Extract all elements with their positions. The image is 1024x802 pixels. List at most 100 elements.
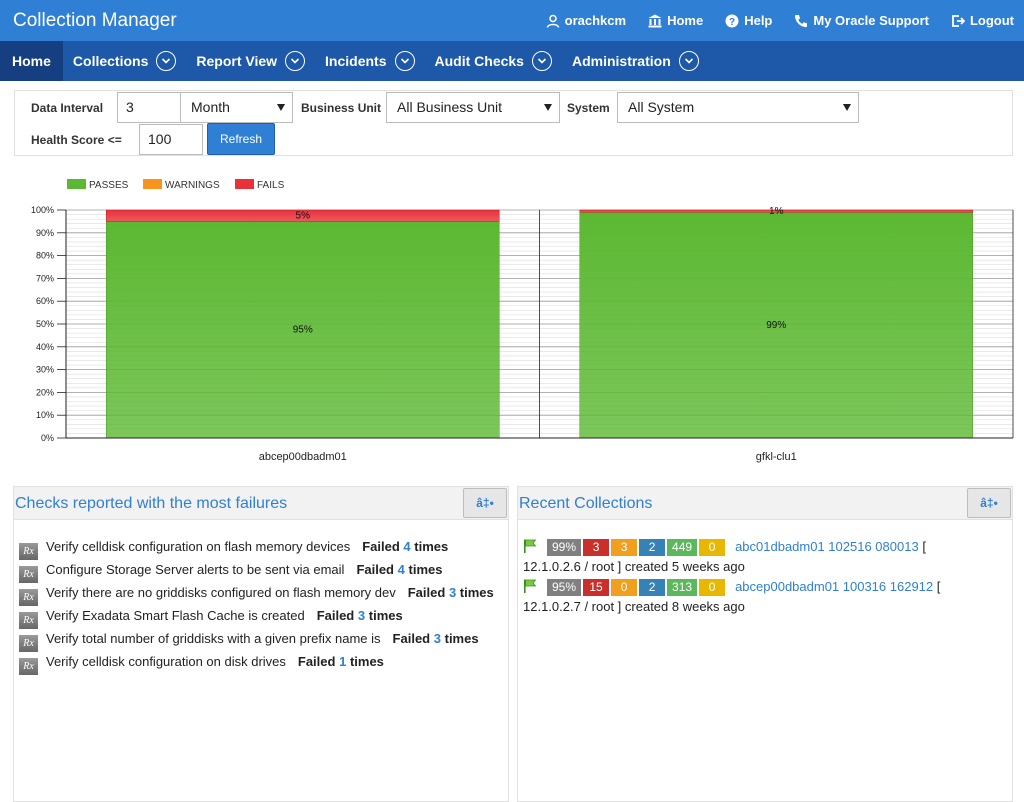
- fail-number: 3: [448, 585, 457, 600]
- check-name[interactable]: Verify total number of griddisks with a …: [46, 631, 381, 646]
- pass-badge: 313: [667, 579, 698, 596]
- failures-list: Rx Verify celldisk configuration on flash…: [19, 537, 499, 675]
- question-circle-icon: ?: [725, 14, 739, 28]
- nav-incidents-label: Incidents: [325, 53, 387, 69]
- rx-icon: Rx: [19, 589, 38, 606]
- fail-count: Failed 4 times: [362, 539, 448, 554]
- top-links: orachkcm Home ? Help My Oracle Support L…: [546, 0, 1014, 41]
- fail-times: times: [444, 631, 479, 646]
- nav-audit-checks-label: Audit Checks: [434, 53, 524, 69]
- refresh-button[interactable]: Refresh: [207, 123, 275, 155]
- home-link-label: Home: [667, 13, 704, 28]
- chevron-down-icon[interactable]: [156, 51, 177, 71]
- sort-icon: â‡•: [980, 496, 998, 510]
- check-name[interactable]: Verify celldisk configuration on disk dr…: [46, 654, 286, 669]
- fail-label: Failed: [316, 608, 355, 623]
- fail-count: Failed 3 times: [317, 608, 403, 623]
- logout-icon: [952, 14, 965, 27]
- bank-icon: [648, 14, 662, 27]
- list-item: Rx Verify Exadata Smart Flash Cache is cr…: [19, 606, 499, 629]
- fail-number: 1: [339, 654, 347, 669]
- list-item: Rx Verify celldisk configuration on flash…: [19, 537, 499, 560]
- collection-open: [: [922, 539, 926, 554]
- legend-swatch: [143, 179, 162, 189]
- data-interval-input[interactable]: 3: [117, 92, 181, 123]
- y-tick-label: 90%: [36, 228, 54, 238]
- chart-x-axis: abcep00dbadm01 gfkl-clu1: [66, 437, 1013, 463]
- fail-times: times: [368, 608, 403, 623]
- data-label: 95%: [293, 325, 313, 336]
- system-label: System: [567, 101, 610, 115]
- nav-collections-label: Collections: [72, 53, 149, 69]
- user-icon: [546, 14, 559, 28]
- collection-link[interactable]: abc01dbadm01 102516 080013: [735, 539, 919, 554]
- period-select-value: Month: [191, 99, 230, 115]
- failures-panel-title: Checks reported with the most failures: [15, 495, 288, 512]
- failures-panel: Checks reported with the most failures â…: [13, 486, 509, 802]
- fail-count: Failed 3 times: [408, 585, 494, 600]
- legend-label: PASSES: [89, 180, 129, 191]
- collection-link[interactable]: abcep00dbadm01 100316 162912: [735, 579, 933, 594]
- nav-administration[interactable]: Administration: [562, 41, 709, 81]
- collection-open: [: [936, 579, 941, 594]
- fail-number: 4: [397, 562, 405, 577]
- nav-report-view-label: Report View: [196, 53, 278, 69]
- score-badge: 99%: [547, 539, 582, 556]
- failures-panel-header: Checks reported with the most failures â…: [14, 487, 508, 520]
- health-score-input[interactable]: 100: [139, 124, 203, 155]
- system-select-value: All System: [628, 99, 695, 115]
- phone-icon: [795, 14, 808, 27]
- data-label: 1%: [769, 206, 784, 217]
- nav-report-view[interactable]: Report View: [186, 41, 315, 81]
- info-badge: 2: [639, 579, 666, 596]
- nav-audit-checks[interactable]: Audit Checks: [425, 41, 562, 81]
- support-link[interactable]: My Oracle Support: [794, 13, 929, 28]
- legend-label: FAILS: [257, 180, 285, 191]
- health-score-label: Health Score <=: [31, 133, 122, 147]
- help-link[interactable]: ? Help: [725, 13, 772, 28]
- y-tick-label: 100%: [31, 205, 54, 215]
- y-tick-label: 30%: [36, 365, 54, 375]
- fail-times: times: [408, 562, 443, 577]
- business-unit-select[interactable]: All Business Unit: [386, 92, 560, 123]
- export-button[interactable]: â‡•: [463, 488, 507, 518]
- system-select[interactable]: All System: [617, 92, 859, 123]
- user-name: orachkcm: [564, 13, 627, 28]
- nav-home[interactable]: Home: [0, 41, 63, 81]
- recent-collections-title: Recent Collections: [519, 495, 653, 512]
- list-item: Rx Verify celldisk configuration on disk …: [19, 652, 499, 675]
- rx-icon: Rx: [19, 635, 38, 652]
- fail-count: Failed 3 times: [393, 631, 479, 646]
- legend-label: WARNINGS: [165, 180, 220, 191]
- svg-text:?: ?: [729, 17, 735, 28]
- data-interval-label: Data Interval: [31, 101, 104, 115]
- check-name[interactable]: Verify Exadata Smart Flash Cache is crea…: [46, 608, 305, 623]
- nav-administration-label: Administration: [571, 53, 671, 69]
- help-link-label: Help: [744, 13, 773, 28]
- other-badge: 0: [699, 579, 726, 596]
- home-link[interactable]: Home: [648, 13, 703, 28]
- health-chart: PASSES WARNINGS FAILS 0% 10% 20% 30% 40% 50% 60%…: [31, 179, 1014, 463]
- fail-times: times: [349, 654, 384, 669]
- rx-icon: Rx: [19, 612, 38, 629]
- chevron-down-icon[interactable]: [394, 51, 415, 71]
- chevron-down-icon[interactable]: [531, 51, 552, 71]
- data-label: 5%: [296, 211, 311, 222]
- chevron-down-icon[interactable]: [678, 51, 699, 71]
- chevron-down-icon[interactable]: [285, 51, 306, 71]
- nav-collections[interactable]: Collections: [63, 41, 186, 81]
- check-name[interactable]: Verify celldisk configuration on flash m…: [46, 539, 350, 554]
- fail-badge: 3: [583, 539, 610, 556]
- fail-label: Failed: [392, 631, 431, 646]
- logout-link[interactable]: Logout: [951, 13, 1014, 28]
- nav-incidents[interactable]: Incidents: [315, 41, 424, 81]
- recent-collections-list: 99% 3 3 2 449 0 abc01dbadm01 102516 080013 [ 1…: [523, 537, 993, 617]
- check-name[interactable]: Configure Storage Server alerts to be se…: [46, 562, 344, 577]
- fail-label: Failed: [362, 539, 400, 554]
- period-select[interactable]: Month: [180, 92, 293, 123]
- export-button[interactable]: â‡•: [967, 488, 1011, 518]
- user-menu[interactable]: orachkcm: [546, 13, 626, 28]
- y-tick-label: 50%: [36, 319, 54, 329]
- check-name[interactable]: Verify there are no griddisks configured…: [46, 585, 396, 600]
- flag-icon: [524, 539, 537, 553]
